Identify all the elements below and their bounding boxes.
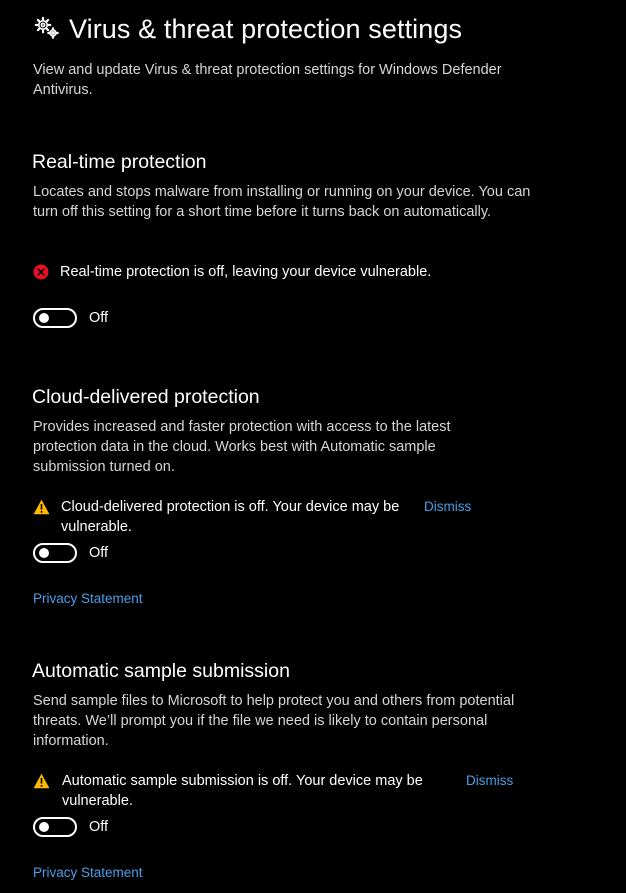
- warning-icon: [33, 773, 50, 789]
- cloud-toggle-label: Off: [89, 545, 109, 561]
- realtime-toggle-label: Off: [89, 310, 109, 326]
- toggle-knob: [39, 822, 49, 832]
- sample-dismiss-link[interactable]: Dismiss: [466, 771, 513, 791]
- cloud-dismiss-link[interactable]: Dismiss: [424, 497, 471, 517]
- sample-description: Send sample files to Microsoft to help p…: [33, 693, 515, 749]
- cloud-privacy-link[interactable]: Privacy Statement: [33, 589, 143, 609]
- cloud-description: Provides increased and faster protection…: [33, 419, 451, 475]
- realtime-toggle-row: Off: [33, 308, 108, 328]
- cloud-toggle-row: Off: [33, 543, 108, 563]
- realtime-description: Locates and stops malware from installin…: [33, 184, 531, 220]
- sample-toggle[interactable]: [33, 817, 77, 837]
- error-icon: [33, 264, 49, 280]
- realtime-alert: Real-time protection is off, leaving you…: [33, 262, 500, 282]
- cloud-alert: Cloud-delivered protection is off. Your …: [33, 497, 423, 537]
- gear-icon: [33, 15, 61, 43]
- page-subtitle: View and update Virus & threat protectio…: [33, 62, 502, 98]
- realtime-toggle[interactable]: [33, 308, 77, 328]
- sample-privacy-link[interactable]: Privacy Statement: [33, 863, 143, 883]
- sample-heading: Automatic sample submission: [32, 660, 290, 682]
- realtime-heading: Real-time protection: [32, 151, 207, 173]
- cloud-toggle[interactable]: [33, 543, 77, 563]
- toggle-knob: [39, 313, 49, 323]
- settings-page: Virus & threat protection settings View …: [0, 0, 626, 893]
- sample-toggle-row: Off: [33, 817, 108, 837]
- cloud-heading: Cloud-delivered protection: [32, 386, 260, 408]
- page-header: Virus & threat protection settings: [33, 12, 462, 46]
- sample-alert-text: Automatic sample submission is off. Your…: [62, 773, 423, 809]
- toggle-knob: [39, 548, 49, 558]
- page-title: Virus & threat protection settings: [69, 14, 463, 44]
- sample-alert: Automatic sample submission is off. Your…: [33, 771, 447, 811]
- warning-icon: [33, 499, 50, 515]
- cloud-alert-text: Cloud-delivered protection is off. Your …: [61, 499, 400, 535]
- sample-toggle-label: Off: [89, 819, 109, 835]
- realtime-alert-text: Real-time protection is off, leaving you…: [60, 264, 432, 280]
